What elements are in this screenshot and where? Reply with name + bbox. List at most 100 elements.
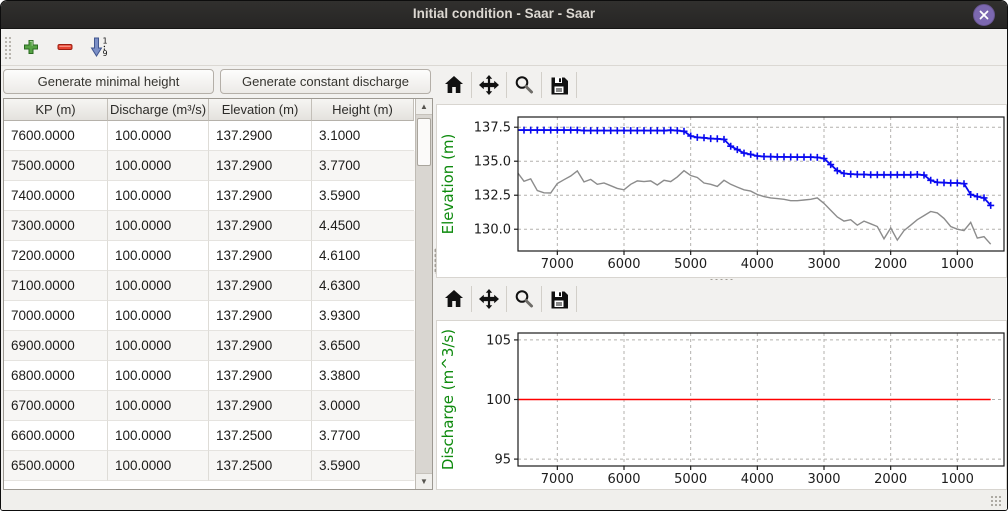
table-cell[interactable]: 137.2500: [209, 451, 312, 481]
remove-row-button[interactable]: [51, 33, 79, 61]
zoom-button[interactable]: [507, 284, 541, 314]
generate-minimal-height-button[interactable]: Generate minimal height: [3, 69, 214, 94]
x-tick-label: 4000: [741, 257, 774, 272]
table-cell[interactable]: 4.4500: [312, 211, 414, 241]
column-header[interactable]: Height (m): [312, 99, 414, 121]
discharge-figure: 700060005000400030002000100010510095Disc…: [436, 320, 1007, 490]
table-cell[interactable]: 7600.0000: [4, 121, 108, 151]
zoom-button[interactable]: [507, 70, 541, 100]
table-cell[interactable]: 137.2500: [209, 421, 312, 451]
table-row: 7300.0000100.0000137.29004.4500: [4, 211, 415, 241]
pan-button[interactable]: [472, 70, 506, 100]
table-row: 6500.0000100.0000137.25003.5900: [4, 451, 415, 481]
table-cell[interactable]: 7000.0000: [4, 301, 108, 331]
plus-icon: [22, 38, 40, 56]
generate-constant-discharge-button[interactable]: Generate constant discharge: [220, 69, 431, 94]
table-cell[interactable]: 137.2900: [209, 151, 312, 181]
table-cell[interactable]: 3.7700: [312, 151, 414, 181]
table-cell[interactable]: 100.0000: [108, 421, 209, 451]
table-cell[interactable]: 3.6500: [312, 331, 414, 361]
table-cell[interactable]: 100.0000: [108, 121, 209, 151]
table-cell[interactable]: 100.0000: [108, 241, 209, 271]
x-tick-label: 3000: [807, 257, 840, 272]
scroll-up-button[interactable]: ▲: [416, 99, 432, 115]
scroll-down-button[interactable]: ▼: [416, 473, 432, 489]
table-cell[interactable]: 100.0000: [108, 301, 209, 331]
elevation-chart-canvas[interactable]: 7000600050004000300020001000137.5135.013…: [437, 105, 1006, 277]
table-cell[interactable]: 6600.0000: [4, 421, 108, 451]
table-cell[interactable]: 7500.0000: [4, 151, 108, 181]
table-cell[interactable]: 6500.0000: [4, 451, 108, 481]
table-cell[interactable]: 137.2900: [209, 241, 312, 271]
table-cell[interactable]: 4.6300: [312, 271, 414, 301]
toolbar-drag-handle[interactable]: [4, 36, 13, 60]
table-cell[interactable]: 100.0000: [108, 391, 209, 421]
sort-rows-button[interactable]: 1 9: [85, 33, 113, 61]
table-scrollbar[interactable]: ▲ ▼: [415, 99, 432, 489]
table-cell[interactable]: 7100.0000: [4, 271, 108, 301]
table-cell[interactable]: 100.0000: [108, 181, 209, 211]
home-button[interactable]: [437, 70, 471, 100]
y-tick-label: 137.5: [474, 121, 511, 136]
x-tick-label: 1000: [941, 472, 974, 487]
pan-button[interactable]: [472, 284, 506, 314]
home-button[interactable]: [437, 284, 471, 314]
table-cell[interactable]: 7300.0000: [4, 211, 108, 241]
table-cell[interactable]: 137.2900: [209, 361, 312, 391]
table-row: 6600.0000100.0000137.25003.7700: [4, 421, 415, 451]
table-cell[interactable]: 100.0000: [108, 151, 209, 181]
table-cell[interactable]: 137.2900: [209, 391, 312, 421]
close-button[interactable]: [973, 4, 995, 26]
table-cell[interactable]: 6900.0000: [4, 331, 108, 361]
save-icon: [548, 288, 570, 310]
table-cell[interactable]: 100.0000: [108, 361, 209, 391]
sort-ascending-icon: 1 9: [88, 36, 110, 58]
zoom-icon: [513, 74, 535, 96]
table-cell[interactable]: 137.2900: [209, 271, 312, 301]
table-cell[interactable]: 137.2900: [209, 181, 312, 211]
table-cell[interactable]: 6700.0000: [4, 391, 108, 421]
table-cell[interactable]: 3.3800: [312, 361, 414, 391]
table-cell[interactable]: 100.0000: [108, 271, 209, 301]
discharge-chart-canvas[interactable]: 700060005000400030002000100010510095Disc…: [437, 321, 1006, 489]
toolbar-separator: [576, 286, 577, 312]
save-button[interactable]: [542, 70, 576, 100]
add-row-button[interactable]: [17, 33, 45, 61]
table-cell[interactable]: 7200.0000: [4, 241, 108, 271]
status-strip: [1, 490, 1007, 510]
scrollbar-thumb[interactable]: [417, 118, 431, 166]
table-cell[interactable]: 137.2900: [209, 211, 312, 241]
column-header[interactable]: Discharge (m³/s): [108, 99, 209, 121]
table-cell[interactable]: 3.5900: [312, 181, 414, 211]
table-cell[interactable]: 3.1000: [312, 121, 414, 151]
table-cell[interactable]: 6800.0000: [4, 361, 108, 391]
table-cell[interactable]: 100.0000: [108, 451, 209, 481]
plot-splitter-handle[interactable]: [437, 278, 1007, 282]
table-cell[interactable]: 7400.0000: [4, 181, 108, 211]
column-header[interactable]: Elevation (m): [209, 99, 312, 121]
table-cell[interactable]: 4.6100: [312, 241, 414, 271]
titlebar[interactable]: Initial condition - Saar - Saar: [1, 1, 1007, 29]
x-tick-label: 6000: [607, 472, 640, 487]
home-icon: [443, 288, 465, 310]
window: Initial condition - Saar - Saar 1: [0, 0, 1008, 511]
table-cell[interactable]: 137.2900: [209, 121, 312, 151]
y-tick-label: 95: [494, 453, 511, 468]
table-row: 7400.0000100.0000137.29003.5900: [4, 181, 415, 211]
save-button[interactable]: [542, 284, 576, 314]
table-cell[interactable]: 3.7700: [312, 421, 414, 451]
table-cell[interactable]: 137.2900: [209, 331, 312, 361]
table-cell[interactable]: 100.0000: [108, 331, 209, 361]
table-row: 7000.0000100.0000137.29003.9300: [4, 301, 415, 331]
table-cell[interactable]: 3.0000: [312, 391, 414, 421]
table-cell[interactable]: 137.2900: [209, 301, 312, 331]
pan-icon: [478, 74, 500, 96]
table-cell[interactable]: 100.0000: [108, 211, 209, 241]
resize-grip[interactable]: [990, 495, 1002, 507]
elevation-figure: 7000600050004000300020001000137.5135.013…: [436, 104, 1007, 278]
table-cell[interactable]: 3.9300: [312, 301, 414, 331]
column-header[interactable]: KP (m): [4, 99, 108, 121]
toolbar-separator: [576, 72, 577, 98]
table-cell[interactable]: 3.5900: [312, 451, 414, 481]
y-tick-label: 130.0: [474, 223, 511, 238]
